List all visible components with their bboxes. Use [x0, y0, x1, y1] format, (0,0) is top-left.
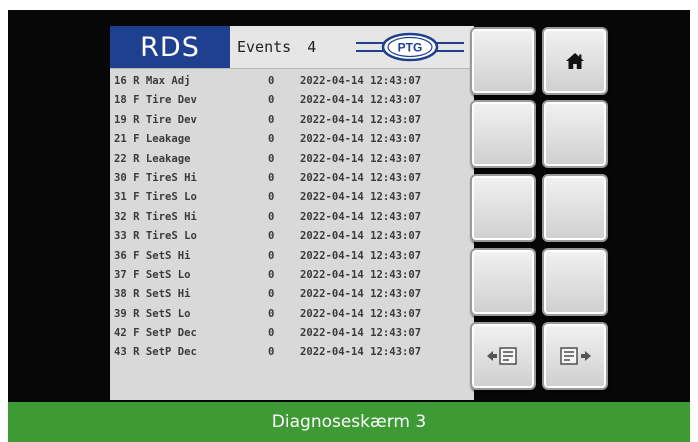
event-value: 0: [268, 249, 275, 262]
event-value: 0: [268, 210, 275, 223]
event-id: 18 F Tire Dev: [114, 94, 197, 107]
arrow-left-screen-icon: [487, 347, 517, 365]
softkey-3-right[interactable]: [542, 174, 608, 242]
event-row: 43 R SetP Dec 0 2022-04-14 12:43:07: [114, 343, 474, 362]
event-value: 0: [268, 288, 275, 301]
event-timestamp: 2022-04-14 12:43:07: [300, 113, 422, 126]
event-timestamp: 2022-04-14 12:43:07: [300, 171, 422, 184]
event-id: 16 R Max Adj: [114, 75, 191, 87]
event-timestamp: 2022-04-14 12:43:07: [300, 249, 422, 262]
event-row: 18 F Tire Dev 0 2022-04-14 12:43:07: [114, 91, 474, 110]
softkey-1-left[interactable]: [470, 27, 536, 95]
event-value: 0: [268, 268, 275, 281]
event-value: 0: [268, 191, 275, 204]
event-id: 19 R Tire Dev: [114, 113, 197, 126]
display-screen: RDS Events 4 PTG 16 R Max Adj 0 2022-04-14…: [110, 26, 474, 400]
event-row: 32 R TireS Hi 0 2022-04-14 12:43:07: [114, 208, 474, 227]
event-row: 31 F TireS Lo 0 2022-04-14 12:43:07: [114, 188, 474, 207]
event-timestamp: 2022-04-14 12:43:07: [300, 288, 422, 301]
event-value: 0: [268, 230, 275, 243]
event-row: 16 R Max Adj 0 2022-04-14 12:43:07: [114, 72, 474, 91]
event-row: 37 F SetS Lo 0 2022-04-14 12:43:07: [114, 266, 474, 285]
event-list: 16 R Max Adj 0 2022-04-14 12:43:07 18 F Tir…: [114, 72, 474, 363]
event-value: 0: [268, 346, 275, 359]
event-timestamp: 2022-04-14 12:43:07: [300, 152, 422, 165]
home-icon: [566, 53, 584, 69]
events-count: 4: [307, 38, 317, 56]
event-timestamp: 2022-04-14 12:43:07: [300, 346, 422, 359]
previous-screen-button[interactable]: [470, 322, 536, 390]
event-id: 32 R TireS Hi: [114, 210, 197, 223]
event-timestamp: 2022-04-14 12:43:07: [300, 94, 422, 107]
event-timestamp: 2022-04-14 12:43:07: [300, 307, 422, 320]
event-value: 0: [268, 133, 275, 146]
softkey-4-left[interactable]: [470, 248, 536, 316]
event-id: 39 R SetS Lo: [114, 307, 191, 320]
event-row: 42 F SetP Dec 0 2022-04-14 12:43:07: [114, 324, 474, 343]
event-value: 0: [268, 75, 275, 87]
event-value: 0: [268, 113, 275, 126]
device-frame: RDS Events 4 PTG 16 R Max Adj 0 2022-04-14…: [8, 10, 690, 402]
event-row: 39 R SetS Lo 0 2022-04-14 12:43:07: [114, 305, 474, 324]
event-timestamp: 2022-04-14 12:43:07: [300, 191, 422, 204]
event-value: 0: [268, 94, 275, 107]
event-id: 33 R TireS Lo: [114, 230, 197, 243]
event-timestamp: 2022-04-14 12:43:07: [300, 133, 422, 146]
softkey-3-left[interactable]: [470, 174, 536, 242]
event-id: 36 F SetS Hi: [114, 249, 191, 262]
screen-header: RDS Events 4 PTG: [110, 26, 474, 69]
ptg-logo: PTG: [356, 32, 464, 62]
ptg-logo-text: PTG: [398, 41, 423, 55]
next-screen-button[interactable]: [542, 322, 608, 390]
event-id: 43 R SetP Dec: [114, 346, 197, 359]
event-timestamp: 2022-04-14 12:43:07: [300, 75, 422, 87]
event-value: 0: [268, 327, 275, 340]
event-value: 0: [268, 307, 275, 320]
screen-caption: Diagnoseskærm 3: [8, 402, 690, 442]
event-id: 21 F Leakage: [114, 133, 191, 146]
event-id: 22 R Leakage: [114, 152, 191, 165]
event-timestamp: 2022-04-14 12:43:07: [300, 327, 422, 340]
softkey-2-left[interactable]: [470, 100, 536, 168]
events-label: Events: [237, 38, 292, 56]
event-value: 0: [268, 152, 275, 165]
event-timestamp: 2022-04-14 12:43:07: [300, 268, 422, 281]
softkey-2-right[interactable]: [542, 100, 608, 168]
event-id: 30 F TireS Hi: [114, 171, 197, 184]
event-row: 19 R Tire Dev 0 2022-04-14 12:43:07: [114, 111, 474, 130]
event-row: 22 R Leakage 0 2022-04-14 12:43:07: [114, 150, 474, 169]
event-row: 38 R SetS Hi 0 2022-04-14 12:43:07: [114, 285, 474, 304]
event-row: 33 R TireS Lo 0 2022-04-14 12:43:07: [114, 227, 474, 246]
event-id: 38 R SetS Hi: [114, 288, 191, 301]
events-indicator: Events 4: [237, 26, 316, 68]
event-id: 37 F SetS Lo: [114, 268, 191, 281]
event-row: 21 F Leakage 0 2022-04-14 12:43:07: [114, 130, 474, 149]
event-value: 0: [268, 171, 275, 184]
arrow-right-screen-icon: [560, 347, 591, 365]
rds-title: RDS: [110, 26, 230, 68]
home-button[interactable]: [542, 27, 608, 95]
event-id: 31 F TireS Lo: [114, 191, 197, 204]
event-timestamp: 2022-04-14 12:43:07: [300, 210, 422, 223]
event-row: 30 F TireS Hi 0 2022-04-14 12:43:07: [114, 169, 474, 188]
event-timestamp: 2022-04-14 12:43:07: [300, 230, 422, 243]
softkey-4-right[interactable]: [542, 248, 608, 316]
event-id: 42 F SetP Dec: [114, 327, 197, 340]
event-row: 36 F SetS Hi 0 2022-04-14 12:43:07: [114, 247, 474, 266]
